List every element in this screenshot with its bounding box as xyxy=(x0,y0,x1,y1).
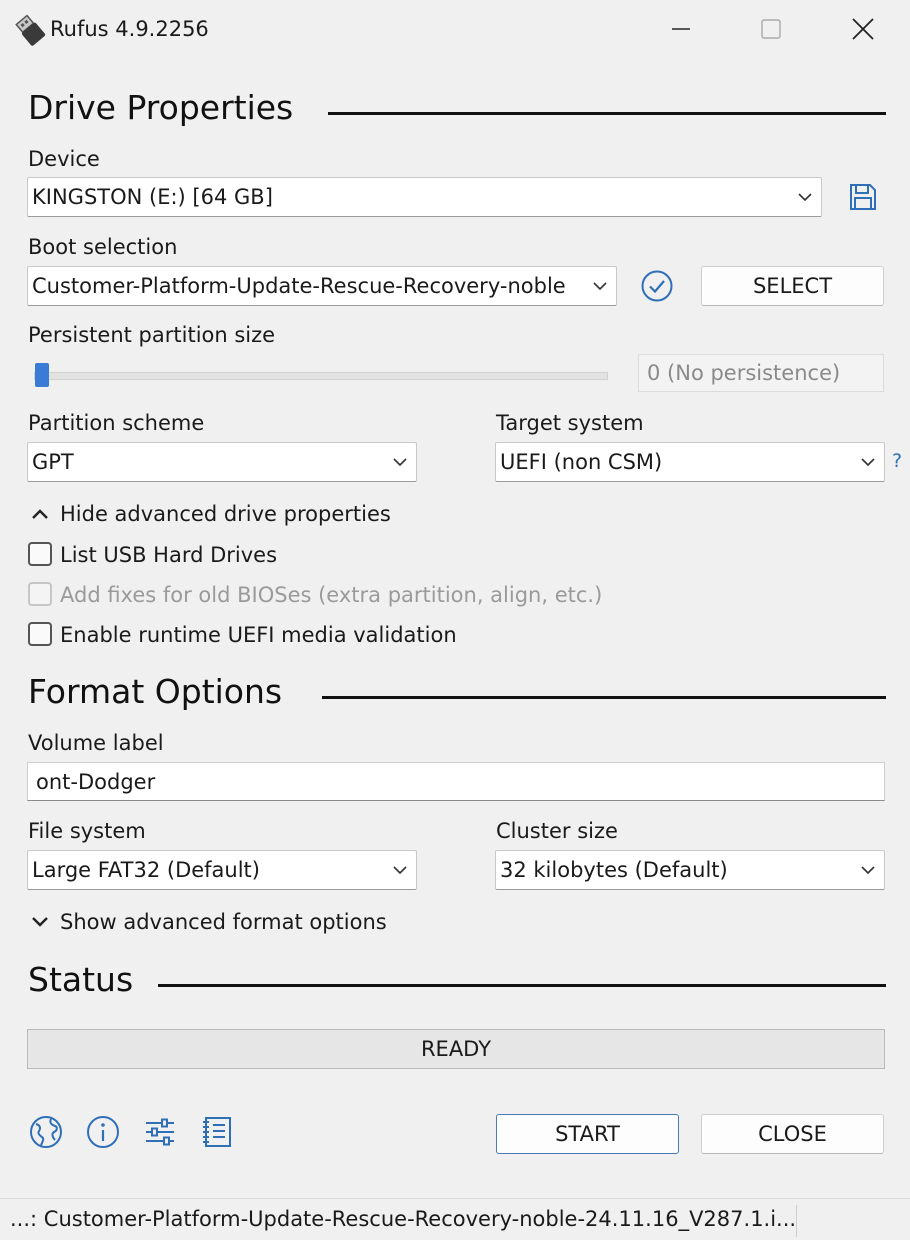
status-line-text: ...: Customer-Platform-Update-Rescue-Rec… xyxy=(10,1207,797,1231)
section-divider xyxy=(328,112,886,115)
chevron-down-icon xyxy=(861,866,875,875)
chevron-down-icon xyxy=(861,458,875,467)
close-icon xyxy=(852,18,874,40)
format-options-heading: Format Options xyxy=(28,672,283,711)
status-line: ...: Customer-Platform-Update-Rescue-Rec… xyxy=(0,1198,910,1240)
log-icon xyxy=(203,1117,231,1147)
log-button[interactable] xyxy=(198,1113,236,1151)
uefi-media-validation-label: Enable runtime UEFI media validation xyxy=(60,623,457,647)
persistent-partition-label: Persistent partition size xyxy=(28,323,276,347)
verify-checksum-button[interactable] xyxy=(638,267,676,305)
uefi-media-validation-checkbox[interactable] xyxy=(28,622,52,646)
chevron-down-icon xyxy=(393,458,407,467)
window-title: Rufus 4.9.2256 xyxy=(50,17,209,41)
hide-advanced-drive-toggle[interactable]: Hide advanced drive properties xyxy=(30,501,391,527)
settings-button[interactable] xyxy=(141,1113,179,1151)
chevron-up-icon xyxy=(32,509,48,519)
boot-selection-label: Boot selection xyxy=(28,235,178,259)
about-button[interactable] xyxy=(84,1113,122,1151)
list-usb-hard-drives-label: List USB Hard Drives xyxy=(60,543,278,567)
section-divider xyxy=(322,696,886,699)
close-window-button[interactable] xyxy=(816,0,910,58)
usb-drive-icon xyxy=(14,14,46,46)
persistence-size-field: 0 (No persistence) xyxy=(638,354,884,392)
persistence-slider-track[interactable] xyxy=(34,372,608,380)
maximize-button[interactable] xyxy=(724,0,818,58)
show-advanced-format-toggle[interactable]: Show advanced format options xyxy=(30,909,387,935)
boot-selection-value: Customer-Platform-Update-Rescue-Recovery… xyxy=(32,274,566,298)
select-button[interactable]: SELECT xyxy=(701,266,884,306)
cluster-size-dropdown[interactable]: 32 kilobytes (Default) xyxy=(495,850,885,890)
partition-scheme-dropdown[interactable]: GPT xyxy=(27,442,417,482)
hide-advanced-drive-label: Hide advanced drive properties xyxy=(60,502,391,526)
status-heading: Status xyxy=(28,960,134,999)
target-system-help-link[interactable]: ? xyxy=(892,450,902,472)
volume-label-label: Volume label xyxy=(28,731,164,755)
file-system-label: File system xyxy=(28,819,146,843)
section-divider xyxy=(158,984,886,987)
minimize-icon xyxy=(672,28,690,30)
check-circle-icon xyxy=(641,270,673,302)
save-drive-button[interactable] xyxy=(844,178,882,216)
floppy-disk-icon xyxy=(850,184,876,210)
close-button[interactable]: CLOSE xyxy=(701,1114,884,1154)
persistence-slider-thumb[interactable] xyxy=(35,363,49,387)
partition-scheme-value: GPT xyxy=(32,450,74,474)
old-bios-fixes-checkbox xyxy=(28,582,52,606)
old-bios-fixes-label: Add fixes for old BIOSes (extra partitio… xyxy=(60,583,603,607)
minimize-button[interactable] xyxy=(634,0,728,58)
file-system-value: Large FAT32 (Default) xyxy=(32,858,260,882)
device-label: Device xyxy=(28,147,100,171)
volume-label-input[interactable]: ont-Dodger xyxy=(27,762,885,801)
show-advanced-format-label: Show advanced format options xyxy=(60,910,387,934)
chevron-down-icon xyxy=(798,193,812,202)
settings-sliders-icon xyxy=(146,1118,174,1146)
file-system-dropdown[interactable]: Large FAT32 (Default) xyxy=(27,850,417,890)
target-system-dropdown[interactable]: UEFI (non CSM) xyxy=(495,442,885,482)
target-system-value: UEFI (non CSM) xyxy=(500,450,663,474)
device-value: KINGSTON (E:) [64 GB] xyxy=(32,185,273,209)
language-button[interactable] xyxy=(27,1113,65,1151)
device-dropdown[interactable]: KINGSTON (E:) [64 GB] xyxy=(27,177,822,217)
maximize-icon xyxy=(761,19,781,39)
target-system-label: Target system xyxy=(496,411,644,435)
status-progress-bar: READY xyxy=(27,1029,885,1069)
partition-scheme-label: Partition scheme xyxy=(28,411,205,435)
drive-properties-heading: Drive Properties xyxy=(28,88,294,127)
chevron-down-icon xyxy=(393,866,407,875)
chevron-down-icon xyxy=(32,917,48,927)
list-usb-hard-drives-checkbox[interactable] xyxy=(28,542,52,566)
chevron-down-icon xyxy=(593,282,607,291)
status-line-separator xyxy=(796,1205,797,1237)
globe-icon xyxy=(30,1116,62,1148)
info-icon xyxy=(87,1116,119,1148)
cluster-size-value: 32 kilobytes (Default) xyxy=(500,858,728,882)
cluster-size-label: Cluster size xyxy=(496,819,618,843)
boot-selection-dropdown[interactable]: Customer-Platform-Update-Rescue-Recovery… xyxy=(27,266,617,306)
start-button[interactable]: START xyxy=(496,1114,679,1154)
